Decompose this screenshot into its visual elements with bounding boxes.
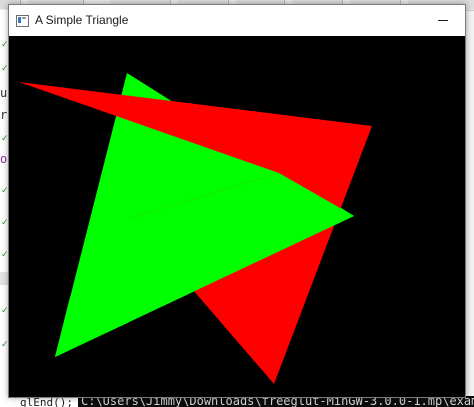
window-titlebar[interactable]: A Simple Triangle (9, 5, 465, 36)
render-canvas[interactable] (9, 36, 465, 397)
code-fragment: u (0, 86, 8, 100)
window-title: A Simple Triangle (35, 13, 129, 27)
minimize-button[interactable] (421, 5, 465, 36)
code-fragment: o (0, 152, 8, 166)
app-window-icon (16, 15, 29, 27)
glut-window[interactable]: A Simple Triangle (8, 4, 466, 398)
code-fragment: r (0, 108, 8, 122)
background-code-line: glEnd(); (20, 396, 73, 407)
desktop: ✓ ✓ u r ✓ o ✓ ✓ ✓ ✓ ✓ glEnd(); C:\Users\… (0, 0, 474, 407)
triangle-scene (9, 36, 465, 397)
